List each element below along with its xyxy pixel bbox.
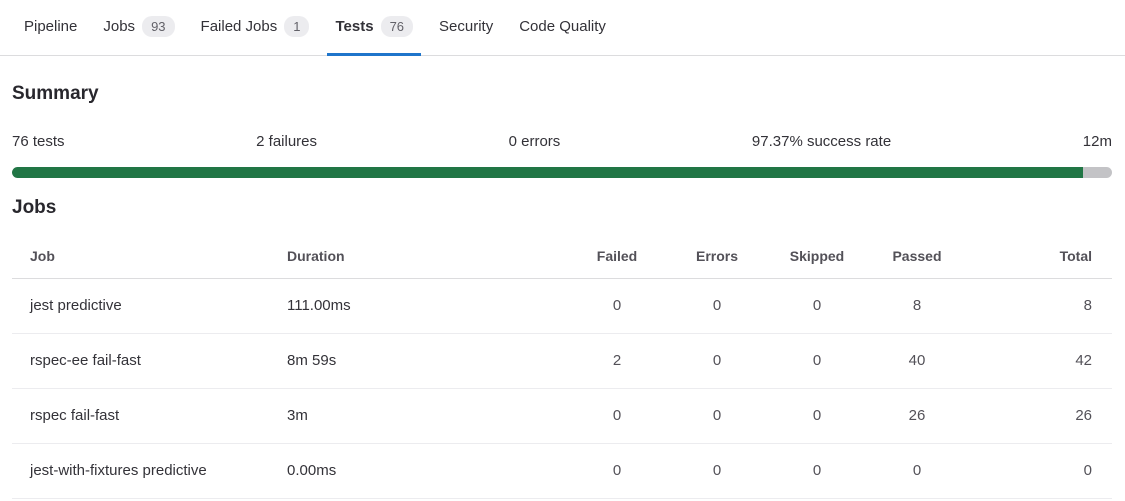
tab-pipeline[interactable]: Pipeline [16, 0, 85, 56]
stat-errors: 0 errors [509, 132, 561, 152]
summary-stats-row: 76 tests 2 failures 0 errors 97.37% succ… [12, 132, 1112, 152]
failed-cell: 0 [567, 444, 667, 499]
progress-fill [12, 167, 1083, 178]
duration-cell: 3m [269, 389, 567, 444]
failed-cell: 2 [567, 334, 667, 389]
tab-label: Tests [335, 18, 373, 35]
column-header-passed: Passed [867, 232, 967, 279]
failed-cell: 0 [567, 389, 667, 444]
duration-cell: 8m 59s [269, 334, 567, 389]
table-row[interactable]: rspec-ee fail-fast 8m 59s 2 0 0 40 42 [12, 334, 1112, 389]
table-row[interactable]: rspec fail-fast 3m 0 0 0 26 26 [12, 389, 1112, 444]
errors-cell: 0 [667, 389, 767, 444]
job-name-cell: jest-with-fixtures predictive [12, 444, 269, 499]
tab-tests[interactable]: Tests 76 [327, 0, 421, 56]
column-header-skipped: Skipped [767, 232, 867, 279]
table-header-row: Job Duration Failed Errors Skipped Passe… [12, 232, 1112, 279]
job-name-cell: jest predictive [12, 279, 269, 334]
job-name-cell: rspec-ee fail-fast [12, 334, 269, 389]
errors-cell: 0 [667, 279, 767, 334]
stat-failures: 2 failures [256, 132, 317, 152]
jobs-heading: Jobs [12, 196, 1112, 220]
tab-label: Security [439, 18, 493, 35]
tab-code-quality[interactable]: Code Quality [511, 0, 614, 56]
skipped-cell: 0 [767, 444, 867, 499]
stat-total-tests: 76 tests [12, 132, 65, 152]
failed-cell: 0 [567, 279, 667, 334]
passed-cell: 40 [867, 334, 967, 389]
tab-label: Failed Jobs [201, 18, 278, 35]
tab-badge: 1 [284, 16, 309, 37]
passed-cell: 26 [867, 389, 967, 444]
jobs-table: Job Duration Failed Errors Skipped Passe… [12, 232, 1112, 499]
job-name-cell: rspec fail-fast [12, 389, 269, 444]
skipped-cell: 0 [767, 334, 867, 389]
duration-cell: 111.00ms [269, 279, 567, 334]
total-cell: 26 [967, 389, 1112, 444]
column-header-duration: Duration [269, 232, 567, 279]
total-cell: 0 [967, 444, 1112, 499]
skipped-cell: 0 [767, 279, 867, 334]
stat-duration: 12m [1083, 132, 1112, 152]
stat-success-rate: 97.37% success rate [752, 132, 891, 152]
total-cell: 8 [967, 279, 1112, 334]
table-row[interactable]: jest-with-fixtures predictive 0.00ms 0 0… [12, 444, 1112, 499]
tab-failed-jobs[interactable]: Failed Jobs 1 [193, 0, 318, 56]
passed-cell: 0 [867, 444, 967, 499]
skipped-cell: 0 [767, 389, 867, 444]
errors-cell: 0 [667, 334, 767, 389]
total-cell: 42 [967, 334, 1112, 389]
errors-cell: 0 [667, 444, 767, 499]
tab-badge: 93 [142, 16, 174, 37]
column-header-errors: Errors [667, 232, 767, 279]
summary-heading: Summary [12, 82, 1112, 106]
column-header-job: Job [12, 232, 269, 279]
passed-cell: 8 [867, 279, 967, 334]
tab-security[interactable]: Security [431, 0, 501, 56]
pipeline-tabs: Pipeline Jobs 93 Failed Jobs 1 Tests 76 … [0, 0, 1125, 56]
success-progress-bar [12, 167, 1112, 178]
tests-report-panel: Summary 76 tests 2 failures 0 errors 97.… [0, 82, 1125, 499]
column-header-failed: Failed [567, 232, 667, 279]
tab-label: Jobs [103, 18, 135, 35]
tab-label: Pipeline [24, 18, 77, 35]
column-header-total: Total [967, 232, 1112, 279]
duration-cell: 0.00ms [269, 444, 567, 499]
tab-badge: 76 [381, 16, 413, 37]
table-row[interactable]: jest predictive 111.00ms 0 0 0 8 8 [12, 279, 1112, 334]
tab-jobs[interactable]: Jobs 93 [95, 0, 182, 56]
tab-label: Code Quality [519, 18, 606, 35]
